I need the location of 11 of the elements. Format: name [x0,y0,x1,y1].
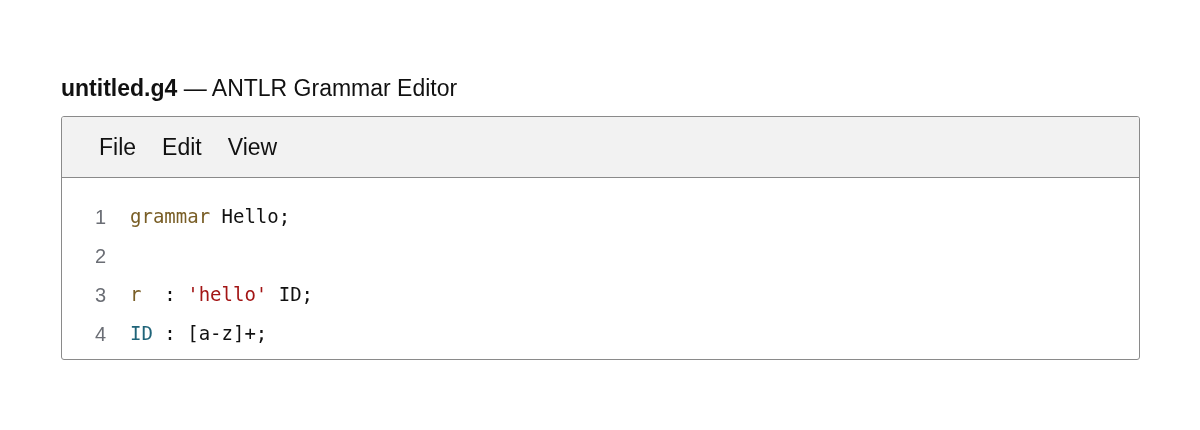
menu-item[interactable]: File [88,125,148,169]
line-number: 4 [93,321,106,347]
menu-item[interactable]: Edit [151,125,213,169]
menu-item[interactable]: View [216,125,289,169]
line-number: 3 [93,282,106,308]
window-title: untitled.g4 — ANTLR Grammar Editor [61,74,458,103]
line-number: 2 [93,243,106,269]
code-line: r : 'hello' ID; [130,282,314,308]
code-line: grammar Hello; [130,204,291,230]
line-number: 1 [93,204,106,230]
code-line: ID : [a-z]+; [130,321,268,347]
